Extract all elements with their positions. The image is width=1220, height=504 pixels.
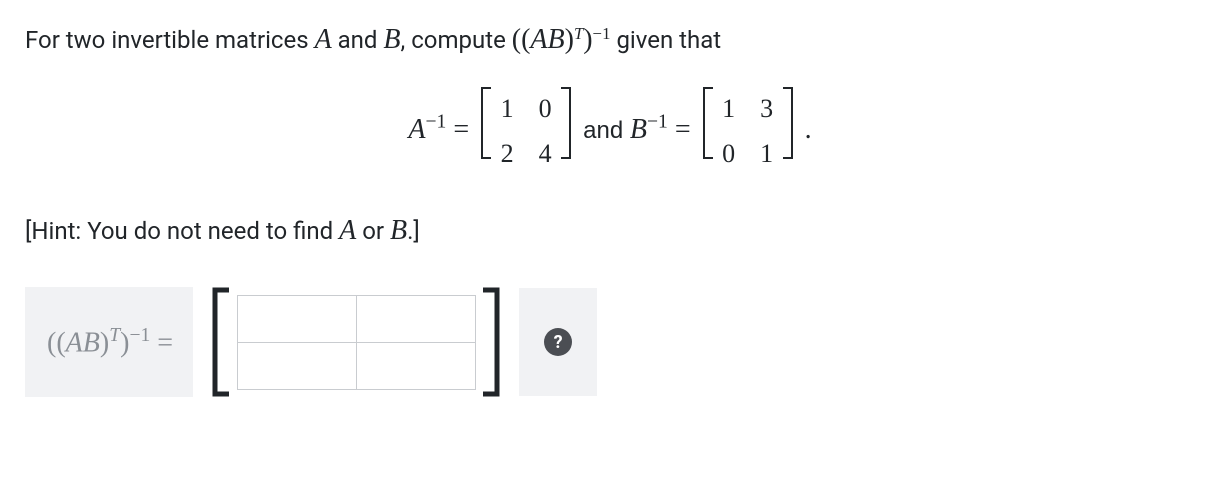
lbl-eq: = <box>150 327 173 358</box>
lbl-T: T <box>109 325 120 346</box>
help-icon[interactable]: ? <box>544 328 572 356</box>
left-bracket-icon <box>480 87 492 159</box>
expr-T: T <box>574 24 583 43</box>
hint-open: [Hint: You do not need to find <box>25 217 339 245</box>
B-inv-01: 3 <box>758 91 776 127</box>
hint-close: .] <box>407 217 420 245</box>
and-text: and <box>583 117 630 144</box>
B-inv-10: 0 <box>720 136 738 172</box>
A-inv-10: 2 <box>498 136 516 172</box>
matrix-input-00[interactable] <box>237 295 357 343</box>
expr-close2: ) <box>583 24 592 55</box>
hint-or: or <box>356 217 390 245</box>
answer-matrix-input <box>193 275 519 409</box>
hint: [Hint: You do not need to find A or B.] <box>25 211 1195 250</box>
hint-A: A <box>339 215 356 246</box>
problem-statement: For two invertible matrices A and B, com… <box>25 20 1195 59</box>
left-bracket-icon <box>211 287 231 397</box>
A-inv-11: 4 <box>536 136 554 172</box>
expr-open: (( <box>512 24 531 55</box>
hint-B: B <box>390 215 407 246</box>
A-label: A <box>408 114 425 145</box>
expr-close-paren: ) <box>565 24 574 55</box>
text-and: and <box>332 26 384 54</box>
matrix-input-01[interactable] <box>356 295 476 343</box>
answer-area: ((AB)T)−1 = ? <box>25 275 1195 409</box>
var-A: A <box>315 24 332 55</box>
right-bracket-icon <box>782 87 794 159</box>
lbl-AB: AB <box>66 327 100 358</box>
expr-AB: AB <box>530 24 564 55</box>
A-inv-01: 0 <box>536 91 554 127</box>
expr-neg1: −1 <box>593 24 611 43</box>
B-inv-00: 1 <box>720 91 738 127</box>
lbl-open: (( <box>47 327 66 358</box>
text-suffix: given that <box>610 26 721 54</box>
var-B: B <box>383 24 400 55</box>
eq1: = <box>446 114 476 145</box>
text-mid: , compute <box>401 26 512 54</box>
matrix-input-11[interactable] <box>356 342 476 390</box>
help-panel: ? <box>519 288 597 396</box>
B-inverse-matrix: 1 3 0 1 <box>702 87 794 176</box>
B-label: B <box>630 114 647 145</box>
matrix-input-10[interactable] <box>237 342 357 390</box>
answer-label: ((AB)T)−1 = <box>25 287 193 398</box>
B-inv-11: 1 <box>758 136 776 172</box>
lbl-neg1: −1 <box>129 325 150 346</box>
A-inverse-matrix: 1 0 2 4 <box>480 87 572 176</box>
right-bracket-icon <box>560 87 572 159</box>
lbl-cp: ) <box>100 327 109 358</box>
text-prefix: For two invertible matrices <box>25 26 315 54</box>
A-sup: −1 <box>425 112 446 133</box>
B-sup: −1 <box>647 112 668 133</box>
right-bracket-icon <box>481 287 501 397</box>
left-bracket-icon <box>702 87 714 159</box>
period: . <box>805 114 812 145</box>
given-equation: A−1 = 1 0 2 4 and B−1 = 1 3 0 1 . <box>25 87 1195 176</box>
eq2: = <box>668 114 698 145</box>
A-inv-00: 1 <box>498 91 516 127</box>
help-glyph: ? <box>554 330 563 355</box>
